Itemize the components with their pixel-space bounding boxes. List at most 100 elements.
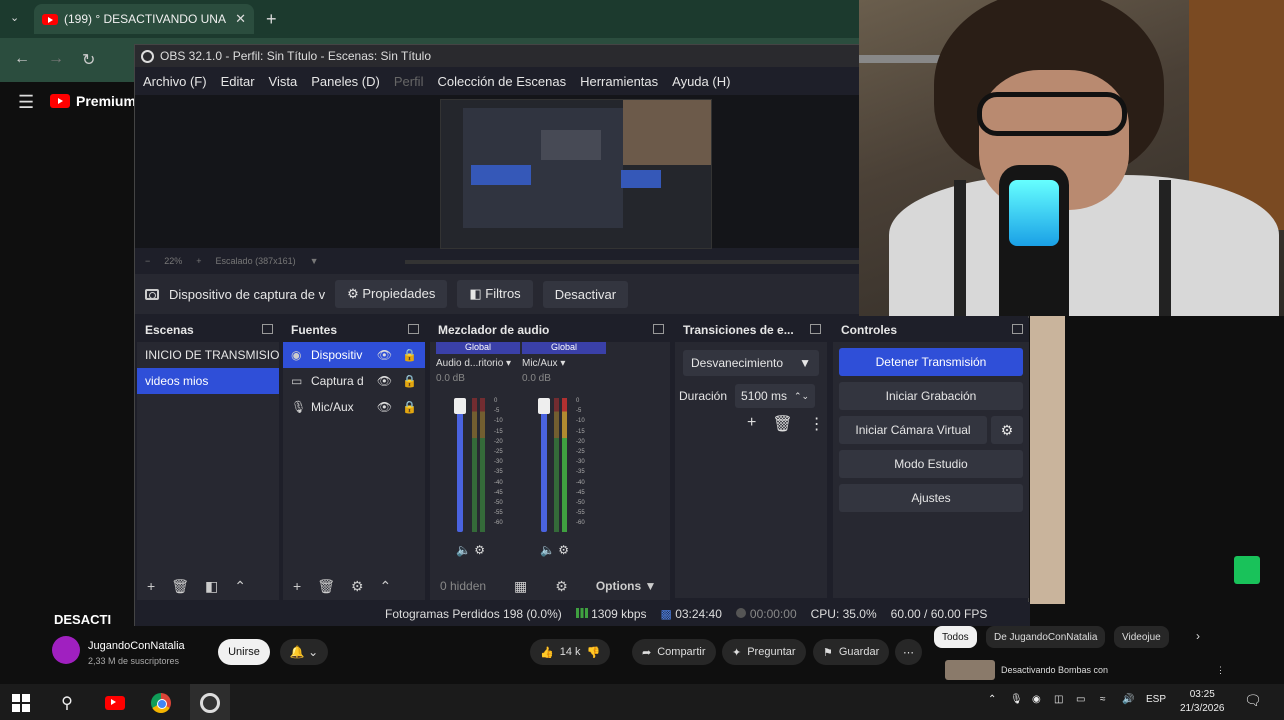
transition-menu-icon[interactable]: ⋮ [809, 414, 825, 434]
preview-canvas[interactable] [135, 95, 860, 249]
deactivate-button[interactable]: Desactivar [542, 280, 629, 308]
speaker-icon[interactable]: 🔈 [540, 543, 555, 557]
menu-archivo[interactable]: Archivo (F) [143, 74, 207, 89]
dock-float-icon[interactable] [262, 324, 273, 334]
add-transition-icon[interactable]: + [747, 414, 756, 434]
eye-icon[interactable]: 👁 [377, 400, 392, 414]
recommended-video[interactable]: Desactivando Bombas con ⋮ [945, 658, 1225, 682]
lock-icon[interactable]: 🔒 [402, 374, 417, 388]
add-scene-button[interactable]: + [147, 578, 155, 594]
source-settings-icon[interactable]: ⚙ [351, 578, 364, 595]
properties-button[interactable]: ⚙ Propiedades [335, 280, 448, 308]
mixer-settings-icon[interactable]: ⚙ [555, 578, 568, 595]
channel-name[interactable]: JugandoConNatalia [88, 640, 185, 652]
remove-transition-icon[interactable]: 🗑 [772, 414, 792, 434]
new-tab-button[interactable]: + [266, 9, 277, 30]
menu-vista[interactable]: Vista [269, 74, 298, 89]
wifi-icon[interactable]: ≈ [1100, 694, 1106, 705]
menu-herramientas[interactable]: Herramientas [580, 74, 658, 89]
menu-icon[interactable]: ☰ [18, 92, 34, 113]
stop-stream-button[interactable]: Detener Transmisión [839, 348, 1023, 376]
channel-name[interactable]: Audio d...ritorio ▾ [436, 358, 520, 369]
join-button[interactable]: Unirse [218, 639, 270, 665]
dock-float-icon[interactable] [1012, 324, 1023, 334]
volume-fader-handle[interactable] [454, 398, 466, 414]
avatar[interactable] [52, 636, 80, 664]
search-icon[interactable]: ⚲ [56, 692, 78, 714]
tab-close-button[interactable]: ✕ [235, 11, 246, 27]
chip-channel[interactable]: De JugandoConNatalia [986, 626, 1106, 648]
start-virtual-camera-button[interactable]: Iniciar Cámara Virtual [839, 416, 987, 444]
tray-app-icon[interactable]: ◉ [1032, 694, 1041, 705]
source-item[interactable]: 🎙 Mic/Aux 👁 🔒 [283, 394, 425, 420]
volume-fader-handle[interactable] [538, 398, 550, 414]
menu-editar[interactable]: Editar [221, 74, 255, 89]
studio-mode-button[interactable]: Modo Estudio [839, 450, 1023, 478]
youtube-premium-logo[interactable]: Premium [50, 93, 136, 109]
start-button[interactable] [10, 692, 32, 714]
thumbs-down-icon[interactable]: 👎 [587, 646, 601, 659]
tray-expand-icon[interactable]: ⌃ [988, 694, 996, 705]
battery-icon[interactable]: ▭ [1076, 694, 1085, 705]
hidden-count[interactable]: 0 hidden [440, 579, 486, 593]
preview-scrollbar[interactable] [405, 260, 860, 264]
zoom-in-button[interactable]: + [196, 256, 201, 266]
scene-item-selected[interactable]: videos mios [137, 368, 279, 394]
save-button[interactable]: ⚑ Guardar [813, 639, 890, 665]
browser-tab-youtube[interactable]: (199) ° DESACTIVANDO UNA ✕ [34, 4, 254, 34]
channel-name[interactable]: Mic/Aux ▾ [522, 358, 606, 369]
move-up-icon[interactable]: ⌃ [234, 578, 246, 595]
remove-scene-icon[interactable]: 🗑 [171, 578, 189, 595]
dock-float-icon[interactable] [408, 324, 419, 334]
speaker-icon[interactable]: 🔈 [456, 543, 471, 557]
virtual-camera-settings-button[interactable]: ⚙ [991, 416, 1023, 444]
obs-app-icon[interactable] [199, 692, 221, 714]
volume-fader[interactable] [541, 402, 547, 532]
chrome-app-icon[interactable] [150, 692, 172, 714]
options-button[interactable]: Options ▼ [596, 579, 657, 593]
dock-float-icon[interactable] [810, 324, 821, 334]
ask-button[interactable]: ✦ Preguntar [722, 639, 806, 665]
notifications-button[interactable]: 🔔 ⌄ [280, 639, 328, 665]
dock-float-icon[interactable] [653, 324, 664, 334]
more-vert-icon[interactable]: ⋮ [1216, 665, 1225, 676]
zoom-out-button[interactable]: − [145, 256, 150, 266]
volume-icon[interactable]: 🔊 [1122, 694, 1134, 705]
network-icon[interactable]: ◫ [1054, 694, 1063, 705]
source-item[interactable]: ▭ Captura d 👁 🔒 [283, 368, 425, 394]
settings-button[interactable]: Ajustes [839, 484, 1023, 512]
menu-coleccion-escenas[interactable]: Colección de Escenas [437, 74, 566, 89]
chip-videogames[interactable]: Videojue [1114, 626, 1169, 648]
menu-paneles[interactable]: Paneles (D) [311, 74, 380, 89]
zoom-dropdown-icon[interactable]: ▼ [310, 256, 319, 266]
source-item[interactable]: ◉ Dispositiv 👁 🔒 [283, 342, 425, 368]
spin-arrows-icon[interactable]: ⌃⌄ [794, 391, 809, 402]
scene-item[interactable]: INICIO DE TRANSMISIO [137, 342, 279, 368]
zoom-mode[interactable]: Escalado (387x161) [216, 256, 296, 266]
move-up-icon[interactable]: ⌃ [380, 578, 392, 595]
back-arrow-icon[interactable]: ← [14, 50, 30, 68]
start-recording-button[interactable]: Iniciar Grabación [839, 382, 1023, 410]
chevron-right-icon[interactable]: › [1196, 629, 1200, 643]
lock-icon[interactable]: 🔒 [402, 400, 417, 414]
language-indicator[interactable]: ESP [1146, 694, 1166, 705]
tab-search-button[interactable]: ⌄ [10, 11, 19, 24]
taskbar-clock[interactable]: 03:25 21/3/2026 [1180, 688, 1225, 716]
lock-icon[interactable]: 🔒 [402, 348, 417, 362]
notification-icon[interactable]: 🗨 [1244, 692, 1262, 709]
forward-arrow-icon[interactable]: → [48, 50, 64, 68]
youtube-app-icon[interactable] [104, 692, 126, 714]
remove-source-icon[interactable]: 🗑 [317, 578, 335, 595]
transition-select[interactable]: Desvanecimiento ▼ [683, 350, 819, 376]
more-actions-button[interactable]: ⋯ [895, 639, 922, 665]
share-button[interactable]: ➦ Compartir [632, 639, 716, 665]
channel-settings-icon[interactable]: ⚙ [558, 543, 569, 557]
channel-settings-icon[interactable]: ⚙ [474, 543, 485, 557]
scene-filters-icon[interactable]: ◧ [205, 578, 218, 595]
eye-icon[interactable]: 👁 [377, 348, 392, 362]
filters-button[interactable]: ◧ Filtros [457, 280, 533, 308]
volume-fader[interactable] [457, 402, 463, 532]
like-button[interactable]: 👍 14 k 👎 [530, 639, 611, 665]
duration-spinbox[interactable]: 5100 ms ⌃⌄ [735, 384, 816, 408]
eye-icon[interactable]: 👁 [377, 374, 392, 388]
